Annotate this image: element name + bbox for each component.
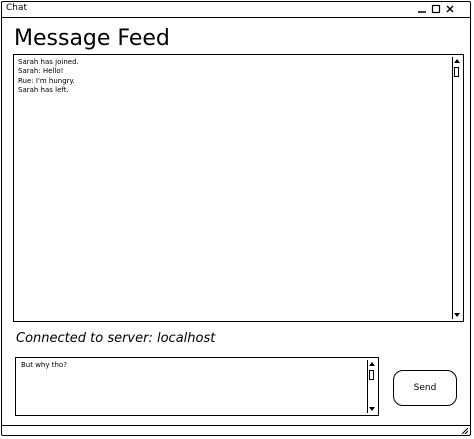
page-title: Message Feed xyxy=(14,26,170,51)
message-item: Sarah: Hello! xyxy=(18,67,64,76)
close-icon[interactable] xyxy=(445,4,455,14)
resize-grip-icon[interactable] xyxy=(462,428,468,434)
message-input[interactable]: But why tho? xyxy=(15,357,379,416)
scroll-thumb[interactable] xyxy=(454,67,459,77)
message-feed[interactable]: Sarah has joined. Sarah: Hello! Rue: I'm… xyxy=(13,54,464,322)
feed-scrollbar[interactable] xyxy=(452,57,461,319)
send-button[interactable]: Send xyxy=(393,370,457,406)
message-list: Sarah has joined. Sarah: Hello! Rue: I'm… xyxy=(18,58,79,96)
scroll-thumb[interactable] xyxy=(369,370,374,380)
maximize-icon[interactable] xyxy=(431,4,441,14)
message-input-value: But why tho? xyxy=(21,361,67,369)
title-bar: Chat xyxy=(2,2,470,18)
window-title: Chat xyxy=(6,3,28,13)
scroll-up-icon[interactable] xyxy=(369,362,375,366)
chat-window: Chat Message Feed Sarah has joined. Sara… xyxy=(1,1,471,436)
message-item: Sarah has joined. xyxy=(18,58,79,66)
scroll-down-icon[interactable] xyxy=(454,313,460,317)
status-bar xyxy=(2,425,470,435)
input-scrollbar[interactable] xyxy=(367,360,376,413)
connection-status: Connected to server: localhost xyxy=(16,331,216,346)
scroll-down-icon[interactable] xyxy=(369,407,375,411)
scroll-up-icon[interactable] xyxy=(454,59,460,63)
message-item: Sarah has left. xyxy=(18,86,69,95)
message-item: Rue: I'm hungry. xyxy=(18,76,75,85)
minimize-icon[interactable] xyxy=(417,4,427,14)
